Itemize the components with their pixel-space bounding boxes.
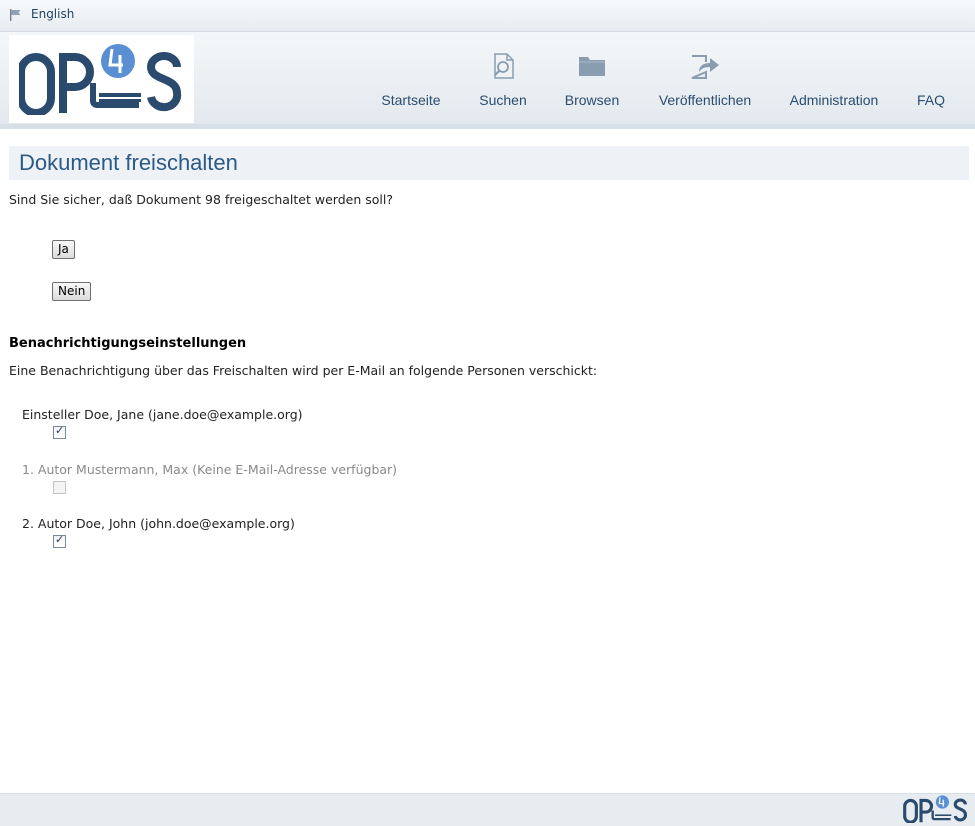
yes-button[interactable]: Ja: [52, 240, 75, 259]
nav-label: Startseite: [381, 92, 441, 108]
folder-icon: [577, 52, 607, 82]
nav-label: FAQ: [916, 92, 945, 108]
nav-startseite[interactable]: Startseite: [373, 32, 449, 124]
footer: [0, 793, 975, 826]
flag-icon: [9, 9, 22, 21]
recipient-label: 1. Autor Mustermann, Max (Keine E-Mail-A…: [22, 462, 398, 477]
confirm-question: Sind Sie sicher, daß Dokument 98 freiges…: [9, 192, 393, 207]
language-link[interactable]: English: [31, 7, 74, 21]
nav-veroeffentlichen[interactable]: Veröffentlichen: [650, 32, 760, 124]
page-title: Dokument freischalten: [19, 150, 238, 175]
opus4-logo: [19, 44, 182, 115]
recipient-checkbox[interactable]: [53, 424, 66, 439]
logo[interactable]: [9, 35, 194, 123]
nav-faq[interactable]: FAQ: [908, 32, 954, 124]
nav-label: Suchen: [479, 92, 527, 108]
publish-arrow-icon: [689, 52, 721, 84]
nav-label: Veröffentlichen: [658, 92, 752, 108]
recipient-checkbox[interactable]: [53, 533, 66, 548]
nav-browsen[interactable]: Browsen: [557, 32, 627, 124]
page-title-bar: Dokument freischalten: [9, 146, 969, 180]
nav-suchen[interactable]: Suchen: [471, 32, 535, 124]
header: Startseite Suchen Browsen Veröffentliche…: [0, 32, 975, 129]
recipient-checkbox: [53, 481, 66, 494]
nav-administration[interactable]: Administration: [782, 32, 886, 124]
language-bar: English: [0, 0, 975, 32]
recipient-label: Einsteller Doe, Jane (jane.doe@example.o…: [22, 407, 303, 422]
nav-label: Administration: [789, 92, 879, 108]
search-document-icon: [489, 52, 517, 84]
opus4-footer-logo: [903, 795, 967, 823]
recipient-label: 2. Autor Doe, John (john.doe@example.org…: [22, 516, 295, 531]
no-button[interactable]: Nein: [52, 282, 92, 301]
notification-settings-heading: Benachrichtigungseinstellungen: [9, 336, 247, 351]
nav-label: Browsen: [564, 92, 620, 108]
notification-description: Eine Benachrichtigung über das Freischal…: [9, 363, 598, 378]
